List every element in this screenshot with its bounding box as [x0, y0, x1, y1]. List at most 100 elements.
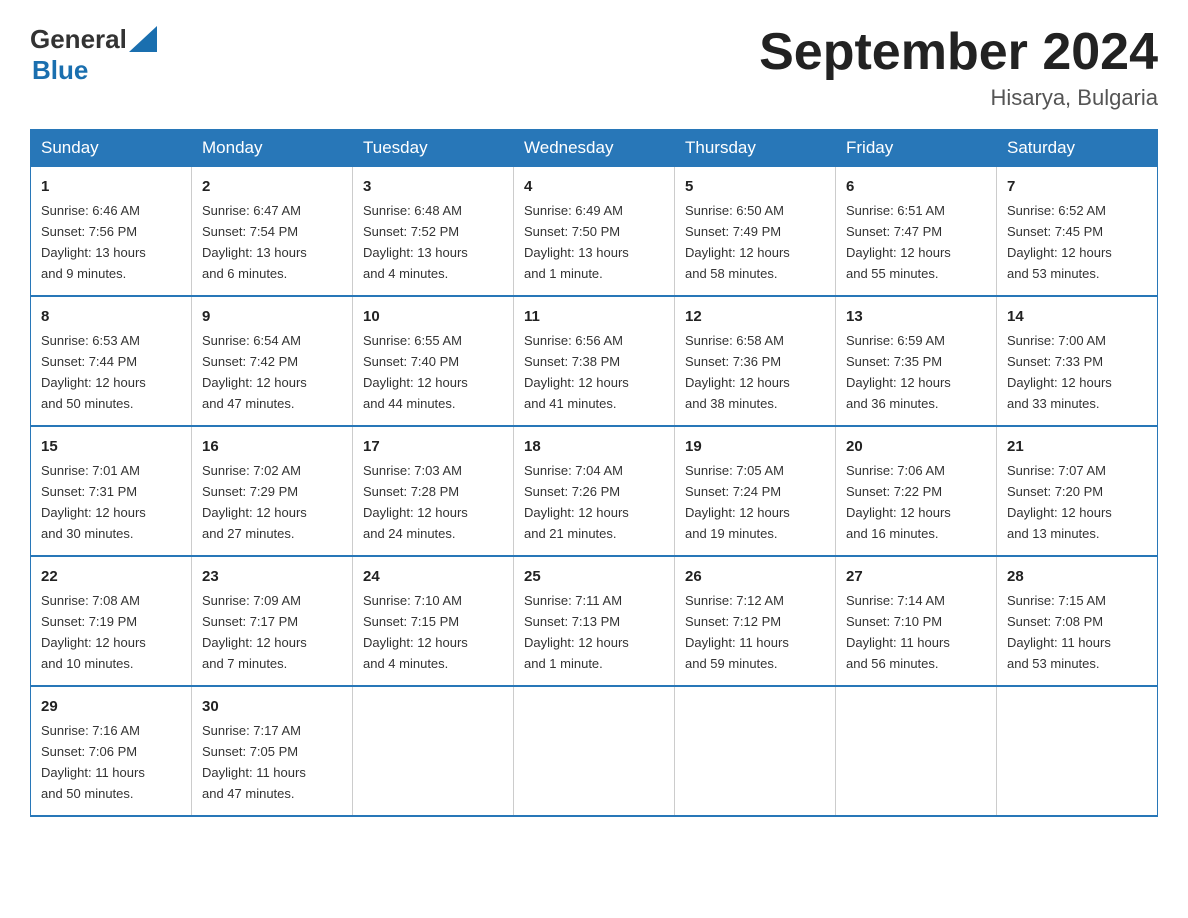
day-number: 4: [524, 175, 664, 198]
day-number: 22: [41, 565, 181, 588]
day-number: 17: [363, 435, 503, 458]
calendar-table: SundayMondayTuesdayWednesdayThursdayFrid…: [30, 129, 1158, 817]
calendar-cell: 20Sunrise: 7:06 AM Sunset: 7:22 PM Dayli…: [836, 426, 997, 556]
calendar-cell: 4 Sunrise: 6:49 AM Sunset: 7:50 PM Daylig…: [514, 167, 675, 296]
calendar-cell: [675, 686, 836, 816]
day-number: 8: [41, 305, 181, 328]
page-header: General Blue September 2024 Hisarya, Bul…: [30, 24, 1158, 111]
day-number: 5: [685, 175, 825, 198]
day-number: 27: [846, 565, 986, 588]
calendar-cell: 1 Sunrise: 6:46 AM Sunset: 7:56 PM Daylig…: [31, 167, 192, 296]
calendar-cell: 14Sunrise: 7:00 AM Sunset: 7:33 PM Dayli…: [997, 296, 1158, 426]
day-number: 19: [685, 435, 825, 458]
calendar-week-row: 15 Sunrise: 7:01 AM Sunset: 7:31 PM Dayli…: [31, 426, 1158, 556]
day-number: 29: [41, 695, 181, 718]
logo: General Blue: [30, 24, 157, 86]
day-info: Sunrise: 6:54 AM Sunset: 7:42 PM Dayligh…: [202, 333, 307, 411]
day-info: Sunrise: 6:59 AM Sunset: 7:35 PM Dayligh…: [846, 333, 951, 411]
day-number: 28: [1007, 565, 1147, 588]
logo-blue-text: Blue: [30, 55, 88, 85]
calendar-cell: 25 Sunrise: 7:11 AM Sunset: 7:13 PM Dayli…: [514, 556, 675, 686]
day-number: 26: [685, 565, 825, 588]
calendar-cell: [514, 686, 675, 816]
weekday-header-sunday: Sunday: [31, 130, 192, 167]
day-number: 20: [846, 435, 986, 458]
day-info: Sunrise: 7:15 AM Sunset: 7:08 PM Dayligh…: [1007, 593, 1111, 671]
calendar-cell: 21 Sunrise: 7:07 AM Sunset: 7:20 PM Dayli…: [997, 426, 1158, 556]
calendar-cell: 10 Sunrise: 6:55 AM Sunset: 7:40 PM Dayli…: [353, 296, 514, 426]
calendar-cell: [353, 686, 514, 816]
day-number: 11: [524, 305, 664, 328]
calendar-cell: 29 Sunrise: 7:16 AM Sunset: 7:06 PM Dayli…: [31, 686, 192, 816]
calendar-cell: [836, 686, 997, 816]
day-info: Sunrise: 6:50 AM Sunset: 7:49 PM Dayligh…: [685, 203, 790, 281]
day-number: 7: [1007, 175, 1147, 198]
day-info: Sunrise: 7:07 AM Sunset: 7:20 PM Dayligh…: [1007, 463, 1112, 541]
weekday-header-row: SundayMondayTuesdayWednesdayThursdayFrid…: [31, 130, 1158, 167]
day-number: 12: [685, 305, 825, 328]
day-number: 15: [41, 435, 181, 458]
calendar-cell: 28 Sunrise: 7:15 AM Sunset: 7:08 PM Dayli…: [997, 556, 1158, 686]
weekday-header-tuesday: Tuesday: [353, 130, 514, 167]
day-number: 30: [202, 695, 342, 718]
weekday-header-wednesday: Wednesday: [514, 130, 675, 167]
day-info: Sunrise: 7:02 AM Sunset: 7:29 PM Dayligh…: [202, 463, 307, 541]
day-info: Sunrise: 7:01 AM Sunset: 7:31 PM Dayligh…: [41, 463, 146, 541]
calendar-week-row: 22 Sunrise: 7:08 AM Sunset: 7:19 PM Dayli…: [31, 556, 1158, 686]
day-number: 3: [363, 175, 503, 198]
day-info: Sunrise: 6:49 AM Sunset: 7:50 PM Dayligh…: [524, 203, 629, 281]
day-info: Sunrise: 7:10 AM Sunset: 7:15 PM Dayligh…: [363, 593, 468, 671]
day-info: Sunrise: 6:56 AM Sunset: 7:38 PM Dayligh…: [524, 333, 629, 411]
calendar-cell: 7Sunrise: 6:52 AM Sunset: 7:45 PM Daylig…: [997, 167, 1158, 296]
calendar-cell: 24 Sunrise: 7:10 AM Sunset: 7:15 PM Dayli…: [353, 556, 514, 686]
calendar-cell: 2 Sunrise: 6:47 AM Sunset: 7:54 PM Daylig…: [192, 167, 353, 296]
day-info: Sunrise: 7:16 AM Sunset: 7:06 PM Dayligh…: [41, 723, 145, 801]
day-number: 13: [846, 305, 986, 328]
calendar-cell: 19Sunrise: 7:05 AM Sunset: 7:24 PM Dayli…: [675, 426, 836, 556]
calendar-cell: 15 Sunrise: 7:01 AM Sunset: 7:31 PM Dayli…: [31, 426, 192, 556]
day-info: Sunrise: 6:55 AM Sunset: 7:40 PM Dayligh…: [363, 333, 468, 411]
day-info: Sunrise: 6:51 AM Sunset: 7:47 PM Dayligh…: [846, 203, 951, 281]
day-info: Sunrise: 7:11 AM Sunset: 7:13 PM Dayligh…: [524, 593, 629, 671]
day-info: Sunrise: 7:03 AM Sunset: 7:28 PM Dayligh…: [363, 463, 468, 541]
day-info: Sunrise: 6:58 AM Sunset: 7:36 PM Dayligh…: [685, 333, 790, 411]
day-number: 18: [524, 435, 664, 458]
calendar-week-row: 29 Sunrise: 7:16 AM Sunset: 7:06 PM Dayli…: [31, 686, 1158, 816]
day-info: Sunrise: 7:09 AM Sunset: 7:17 PM Dayligh…: [202, 593, 307, 671]
day-number: 10: [363, 305, 503, 328]
calendar-cell: 6 Sunrise: 6:51 AM Sunset: 7:47 PM Daylig…: [836, 167, 997, 296]
calendar-cell: 11 Sunrise: 6:56 AM Sunset: 7:38 PM Dayli…: [514, 296, 675, 426]
day-number: 9: [202, 305, 342, 328]
calendar-cell: 8Sunrise: 6:53 AM Sunset: 7:44 PM Daylig…: [31, 296, 192, 426]
day-number: 16: [202, 435, 342, 458]
day-info: Sunrise: 7:08 AM Sunset: 7:19 PM Dayligh…: [41, 593, 146, 671]
day-info: Sunrise: 6:47 AM Sunset: 7:54 PM Dayligh…: [202, 203, 307, 281]
calendar-cell: 23Sunrise: 7:09 AM Sunset: 7:17 PM Dayli…: [192, 556, 353, 686]
day-number: 6: [846, 175, 986, 198]
weekday-header-saturday: Saturday: [997, 130, 1158, 167]
logo-general-text: General: [30, 24, 127, 55]
calendar-cell: 30 Sunrise: 7:17 AM Sunset: 7:05 PM Dayli…: [192, 686, 353, 816]
title-area: September 2024 Hisarya, Bulgaria: [759, 24, 1158, 111]
weekday-header-monday: Monday: [192, 130, 353, 167]
day-number: 1: [41, 175, 181, 198]
day-number: 24: [363, 565, 503, 588]
calendar-cell: 12 Sunrise: 6:58 AM Sunset: 7:36 PM Dayli…: [675, 296, 836, 426]
logo-triangle-icon: [129, 26, 157, 52]
day-info: Sunrise: 7:17 AM Sunset: 7:05 PM Dayligh…: [202, 723, 306, 801]
calendar-cell: 18Sunrise: 7:04 AM Sunset: 7:26 PM Dayli…: [514, 426, 675, 556]
calendar-week-row: 1 Sunrise: 6:46 AM Sunset: 7:56 PM Daylig…: [31, 167, 1158, 296]
weekday-header-thursday: Thursday: [675, 130, 836, 167]
calendar-subtitle: Hisarya, Bulgaria: [759, 85, 1158, 111]
calendar-cell: [997, 686, 1158, 816]
day-number: 25: [524, 565, 664, 588]
weekday-header-friday: Friday: [836, 130, 997, 167]
calendar-cell: 9 Sunrise: 6:54 AM Sunset: 7:42 PM Daylig…: [192, 296, 353, 426]
day-number: 2: [202, 175, 342, 198]
calendar-cell: 3 Sunrise: 6:48 AM Sunset: 7:52 PM Daylig…: [353, 167, 514, 296]
day-number: 21: [1007, 435, 1147, 458]
day-info: Sunrise: 6:48 AM Sunset: 7:52 PM Dayligh…: [363, 203, 468, 281]
day-info: Sunrise: 7:14 AM Sunset: 7:10 PM Dayligh…: [846, 593, 950, 671]
day-number: 14: [1007, 305, 1147, 328]
day-info: Sunrise: 6:46 AM Sunset: 7:56 PM Dayligh…: [41, 203, 146, 281]
